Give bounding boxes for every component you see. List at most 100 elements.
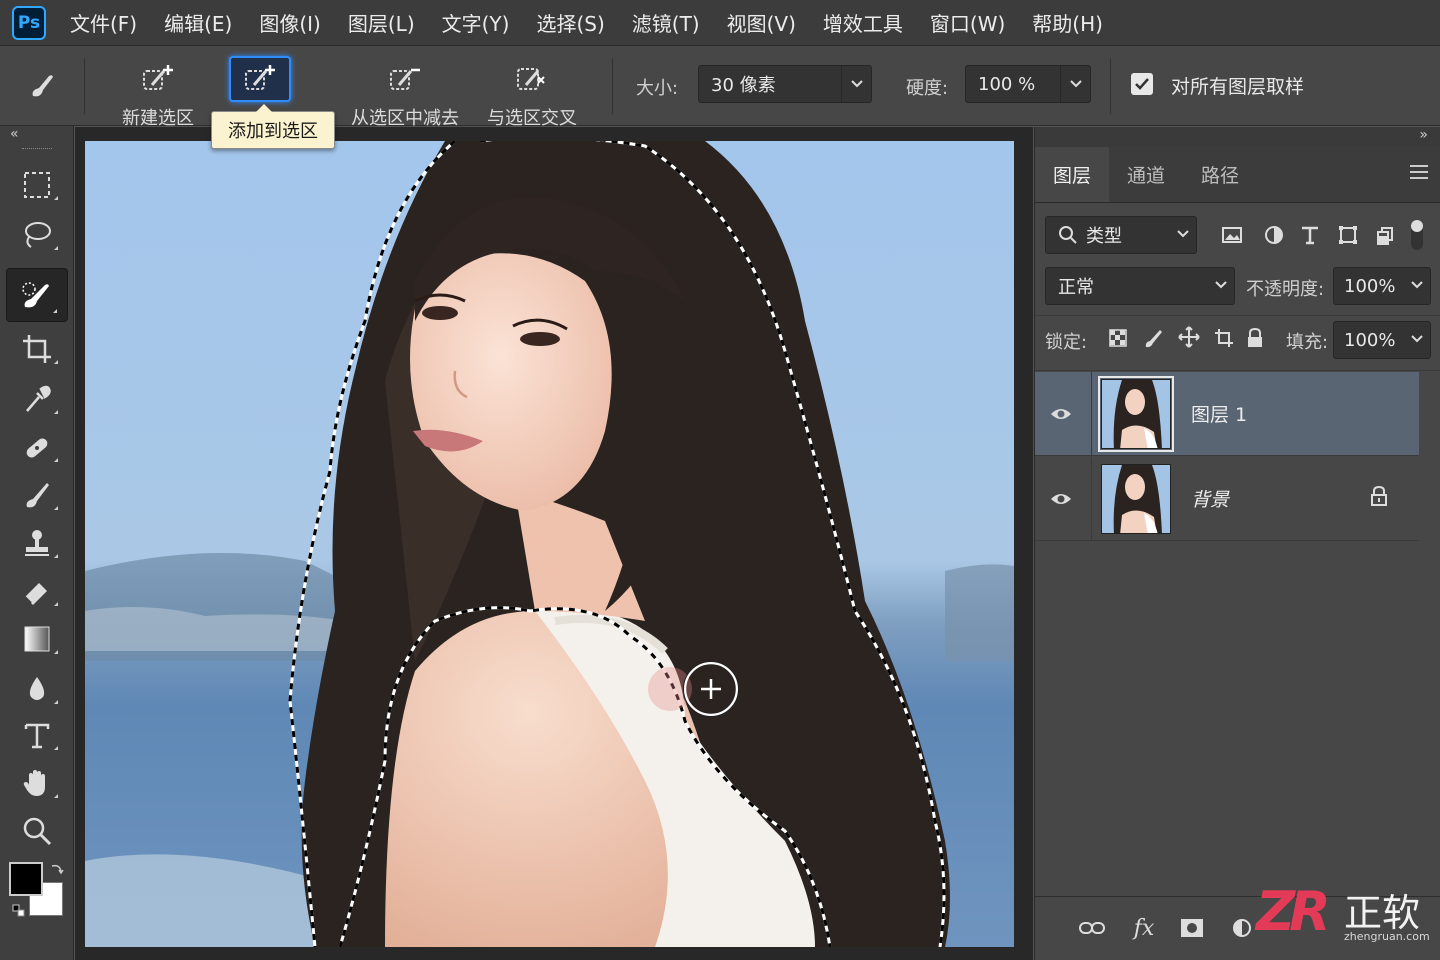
menu-window[interactable]: 窗口(W) [930, 8, 1005, 37]
menu-plugins[interactable]: 增效工具 [823, 8, 903, 37]
gradient-icon [24, 626, 50, 652]
visibility-eye-icon[interactable] [1049, 402, 1073, 426]
eyedropper-tool[interactable] [6, 376, 68, 422]
fill-field[interactable]: 100% [1333, 321, 1431, 359]
lock-transparent-pixels-icon[interactable] [1105, 325, 1131, 351]
lock-position-icon[interactable] [1176, 324, 1202, 350]
layer-row-layer-1[interactable]: 图层 1 [1035, 372, 1419, 456]
tab-layers[interactable]: 图层 [1035, 147, 1109, 202]
filter-adjustment-icon[interactable] [1261, 222, 1287, 248]
zoom-icon [23, 817, 52, 846]
add-to-selection-button[interactable] [200, 56, 320, 104]
default-colors-icon[interactable] [12, 904, 26, 918]
link-layers-icon[interactable] [1077, 913, 1107, 943]
layer-name[interactable]: 背景 [1191, 485, 1229, 512]
lock-icon[interactable] [1369, 485, 1389, 507]
layer-name[interactable]: 图层 1 [1191, 400, 1247, 427]
menu-edit[interactable]: 编辑(E) [164, 8, 232, 37]
menu-image[interactable]: 图像(I) [259, 8, 321, 37]
toolbar-grip[interactable] [22, 148, 52, 151]
subtract-selection-button[interactable]: 从选区中减去 [345, 56, 465, 130]
chevron-down-icon [1411, 335, 1423, 343]
blur-tool[interactable] [6, 666, 68, 712]
layer-filter-select[interactable]: 类型 [1045, 216, 1197, 254]
filter-shape-icon[interactable] [1335, 222, 1361, 248]
hand-tool[interactable] [6, 760, 68, 806]
watermark-text: 正软 [1344, 891, 1421, 935]
new-selection-icon [143, 65, 173, 90]
visibility-eye-icon[interactable] [1049, 487, 1073, 511]
filter-pixel-icon[interactable] [1219, 222, 1245, 248]
brush-tool[interactable] [6, 472, 68, 518]
chevron-down-icon [1215, 281, 1227, 289]
eraser-tool[interactable] [6, 568, 68, 614]
clone-stamp-tool[interactable] [6, 520, 68, 566]
panel-menu-icon[interactable] [1410, 165, 1428, 183]
sample-all-layers-label: 对所有图层取样 [1171, 76, 1305, 98]
lock-all-icon[interactable] [1242, 325, 1268, 351]
size-label: 大小: [636, 78, 679, 99]
tooltip: 添加到选区 [211, 104, 335, 149]
gradient-tool[interactable] [6, 616, 68, 662]
chevron-down-icon[interactable] [841, 66, 871, 102]
swap-colors-icon[interactable] [50, 862, 64, 876]
opacity-label: 不透明度: [1246, 279, 1325, 300]
menu-type[interactable]: 文字(Y) [442, 8, 510, 37]
filter-type-icon[interactable] [1297, 222, 1323, 248]
brush-icon [26, 483, 49, 508]
rectangular-marquee-tool[interactable] [6, 162, 68, 208]
photoshop-logo: Ps [12, 5, 46, 40]
watermark-url: zhengruan.com [1344, 930, 1430, 943]
healing-brush-tool[interactable] [6, 424, 68, 470]
layer-thumbnail [1098, 376, 1174, 452]
layer-row-background[interactable]: 背景 [1035, 457, 1419, 541]
new-adjustment-layer-icon[interactable] [1227, 913, 1257, 943]
quick-selection-preset-icon [32, 75, 53, 97]
hardness-field[interactable]: 100 % [965, 65, 1091, 103]
separator [84, 58, 85, 114]
layer-style-fx-icon[interactable]: fx [1129, 913, 1159, 943]
blur-icon [29, 677, 45, 700]
document-canvas[interactable] [85, 141, 1014, 947]
clone-stamp-icon [25, 530, 49, 556]
checkmark-icon [1135, 78, 1149, 90]
lock-label: 锁定: [1045, 332, 1088, 353]
sample-all-layers-checkbox[interactable] [1131, 73, 1153, 95]
separator [1110, 58, 1111, 114]
zoom-tool[interactable] [6, 808, 68, 854]
intersect-selection-icon [517, 68, 545, 90]
blend-mode-select[interactable]: 正常 [1045, 267, 1235, 305]
expand-panel-button[interactable]: » [1419, 127, 1428, 143]
tab-channels[interactable]: 通道 [1109, 147, 1183, 202]
hardness-label: 硬度: [906, 78, 949, 99]
collapse-toolbar-button[interactable]: « [10, 126, 19, 142]
intersect-selection-button[interactable]: 与选区交叉 [472, 56, 592, 130]
menu-filter[interactable]: 滤镜(T) [632, 8, 700, 37]
menu-file[interactable]: 文件(F) [70, 8, 137, 37]
filter-toggle[interactable] [1411, 220, 1423, 250]
rectangular-marquee-icon [24, 172, 50, 198]
crop-icon [23, 335, 51, 363]
opacity-field[interactable]: 100% [1333, 267, 1431, 305]
chevron-down-icon[interactable] [1060, 66, 1090, 102]
brush-size-field[interactable]: 30 像素 [698, 65, 872, 103]
add-mask-icon[interactable] [1177, 913, 1207, 943]
menu-select[interactable]: 选择(S) [536, 8, 604, 37]
tool-preset-picker[interactable] [14, 60, 70, 110]
hand-icon [23, 770, 45, 796]
lock-image-pixels-icon[interactable] [1141, 325, 1167, 351]
menu-view[interactable]: 视图(V) [727, 8, 796, 37]
layers-panel: » 图层 通道 路径 类型 正常 不透明度: 100% 锁定: 填充: 100%… [1034, 127, 1440, 960]
quick-selection-tool[interactable] [6, 268, 68, 322]
type-tool[interactable] [6, 712, 68, 758]
lasso-tool[interactable] [6, 212, 68, 258]
lock-artboard-icon[interactable] [1211, 325, 1237, 351]
menu-help[interactable]: 帮助(H) [1032, 8, 1103, 37]
chevron-down-icon [1411, 281, 1423, 289]
filter-smart-object-icon[interactable] [1372, 222, 1398, 248]
tab-paths[interactable]: 路径 [1183, 147, 1257, 202]
foreground-color-swatch[interactable] [9, 862, 43, 896]
menu-bar: Ps 文件(F) 编辑(E) 图像(I) 图层(L) 文字(Y) 选择(S) 滤… [0, 0, 1440, 46]
menu-layer[interactable]: 图层(L) [348, 8, 415, 37]
crop-tool[interactable] [6, 326, 68, 372]
